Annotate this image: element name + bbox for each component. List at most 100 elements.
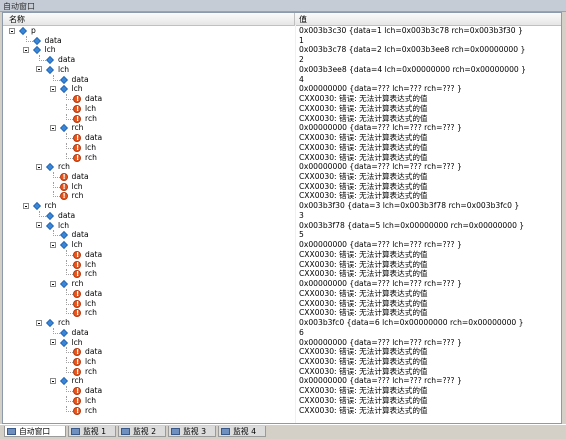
collapse-toggle[interactable] bbox=[22, 46, 29, 53]
collapse-toggle[interactable] bbox=[49, 241, 56, 248]
variable-value[interactable]: CXX0030: 错误: 无法计算表达式的值 bbox=[299, 172, 428, 182]
tree-row[interactable]: lchCXX0030: 错误: 无法计算表达式的值 bbox=[3, 181, 561, 192]
variable-value[interactable]: CXX0030: 错误: 无法计算表达式的值 bbox=[299, 153, 428, 163]
tab-watch-4[interactable]: 监视 4 bbox=[218, 426, 266, 437]
tree-row[interactable]: rch CXX0030: 错误: 无法计算表达式的值 bbox=[3, 366, 561, 377]
tree-row[interactable]: p 0x003b3c30 {data=1 lch=0x003b3c78 rch=0… bbox=[3, 26, 561, 36]
collapse-toggle[interactable] bbox=[49, 85, 56, 92]
tree-row[interactable]: data CXX0030: 错误: 无法计算表达式的值 bbox=[3, 288, 561, 299]
collapse-toggle[interactable] bbox=[36, 222, 42, 229]
tree-row[interactable]: rch 0x00000000 {data=??? lch=??? rch=??? … bbox=[3, 376, 561, 386]
variable-value[interactable]: CXX0030: 错误: 无法计算表达式的值 bbox=[299, 406, 428, 416]
tree-row[interactable]: lchCXX0030: 错误: 无法计算表达式的值 bbox=[3, 142, 561, 153]
tree-row[interactable]: lchCXX0030: 错误: 无法计算表达式的值 bbox=[3, 259, 561, 270]
variable-value[interactable]: CXX0030: 错误: 无法计算表达式的值 bbox=[299, 269, 428, 279]
variable-name: data bbox=[85, 94, 103, 104]
tree-row[interactable]: lchCXX0030: 错误: 无法计算表达式的值 bbox=[3, 103, 561, 114]
variable-value[interactable]: 1 bbox=[299, 36, 304, 46]
tree-row[interactable]: data 1 bbox=[3, 35, 561, 46]
variable-value[interactable]: 0x00000000 {data=??? lch=??? rch=??? } bbox=[299, 123, 462, 133]
tab-watch-2[interactable]: 监视 2 bbox=[118, 426, 166, 437]
variable-value[interactable]: CXX0030: 错误: 无法计算表达式的值 bbox=[299, 250, 428, 260]
tree-row[interactable]: data CXX0030: 错误: 无法计算表达式的值 bbox=[3, 94, 561, 104]
variable-value[interactable]: 0x00000000 {data=??? lch=??? rch=??? } bbox=[299, 279, 462, 289]
variable-value[interactable]: 2 bbox=[299, 55, 304, 65]
tree-row[interactable]: rch 0x00000000 {data=??? lch=??? rch=??? … bbox=[3, 123, 561, 133]
variable-value[interactable]: CXX0030: 错误: 无法计算表达式的值 bbox=[299, 396, 428, 406]
tree-row[interactable]: rch 0x003b3fc0 {data=6 lch=0x00000000 rch… bbox=[3, 318, 561, 328]
variable-value[interactable]: CXX0030: 错误: 无法计算表达式的值 bbox=[299, 94, 428, 104]
variable-value[interactable]: 0x003b3f78 {data=5 lch=0x00000000 rch=0x… bbox=[299, 221, 524, 231]
tree-row[interactable]: lch 0x003b3f78 {data=5 lch=0x00000000 rch… bbox=[3, 221, 561, 231]
collapse-toggle[interactable] bbox=[36, 319, 42, 326]
variable-value[interactable]: CXX0030: 错误: 无法计算表达式的值 bbox=[299, 114, 428, 124]
tree-row[interactable]: lchCXX0030: 错误: 无法计算表达式的值 bbox=[3, 298, 561, 309]
tree-row[interactable]: rch 0x00000000 {data=??? lch=??? rch=??? … bbox=[3, 162, 561, 172]
collapse-toggle[interactable] bbox=[9, 27, 15, 34]
variable-value[interactable]: CXX0030: 错误: 无法计算表达式的值 bbox=[299, 347, 428, 357]
tree-row[interactable]: rch CXX0030: 错误: 无法计算表达式的值 bbox=[3, 269, 561, 279]
tree-row[interactable]: data CXX0030: 错误: 无法计算表达式的值 bbox=[3, 347, 561, 357]
variable-value[interactable]: CXX0030: 错误: 无法计算表达式的值 bbox=[299, 367, 428, 377]
variable-value[interactable]: 0x003b3ee8 {data=4 lch=0x00000000 rch=0x… bbox=[299, 65, 526, 75]
tree-row[interactable]: data 5 bbox=[3, 230, 561, 240]
variable-name: data bbox=[85, 347, 103, 357]
tree-row[interactable]: lchCXX0030: 错误: 无法计算表达式的值 bbox=[3, 395, 561, 406]
collapse-toggle[interactable] bbox=[36, 163, 42, 170]
variable-value[interactable]: CXX0030: 错误: 无法计算表达式的值 bbox=[299, 143, 428, 153]
variable-value[interactable]: 6 bbox=[299, 328, 304, 338]
variable-value[interactable]: 0x00000000 {data=??? lch=??? rch=??? } bbox=[299, 162, 462, 172]
variable-value[interactable]: 0x003b3fc0 {data=6 lch=0x00000000 rch=0x… bbox=[299, 318, 524, 328]
tree-row[interactable]: data CXX0030: 错误: 无法计算表达式的值 bbox=[3, 172, 561, 182]
variable-value[interactable]: 4 bbox=[299, 75, 304, 85]
tree-row[interactable]: lch 0x00000000 {data=??? lch=??? rch=??? … bbox=[3, 338, 561, 348]
variable-value[interactable]: CXX0030: 错误: 无法计算表达式的值 bbox=[299, 191, 428, 201]
tree-row[interactable]: rch CXX0030: 错误: 无法计算表达式的值 bbox=[3, 152, 561, 163]
tree-row[interactable]: rch CXX0030: 错误: 无法计算表达式的值 bbox=[3, 191, 561, 201]
variable-value[interactable]: CXX0030: 错误: 无法计算表达式的值 bbox=[299, 133, 428, 143]
tree-row[interactable]: lch 0x003b3c78 {data=2 lch=0x003b3ee8 rch… bbox=[3, 45, 561, 55]
tree-row[interactable]: lch 0x003b3ee8 {data=4 lch=0x00000000 rch… bbox=[3, 65, 561, 75]
tree-row[interactable]: data CXX0030: 错误: 无法计算表达式的值 bbox=[3, 249, 561, 260]
tree-row[interactable]: rch 0x00000000 {data=??? lch=??? rch=??? … bbox=[3, 279, 561, 289]
tree-row[interactable]: rch CXX0030: 错误: 无法计算表达式的值 bbox=[3, 308, 561, 318]
variable-value[interactable]: 0x003b3c78 {data=2 lch=0x003b3ee8 rch=0x… bbox=[299, 45, 525, 55]
tree-row[interactable]: data CXX0030: 错误: 无法计算表达式的值 bbox=[3, 386, 561, 396]
variable-value[interactable]: CXX0030: 错误: 无法计算表达式的值 bbox=[299, 357, 428, 367]
variable-value[interactable]: 5 bbox=[299, 230, 304, 240]
tree-row[interactable]: lch 0x00000000 {data=??? lch=??? rch=??? … bbox=[3, 240, 561, 250]
variable-icon bbox=[59, 338, 68, 347]
collapse-toggle[interactable] bbox=[49, 280, 56, 287]
collapse-toggle[interactable] bbox=[36, 66, 42, 73]
tree-row[interactable]: lchCXX0030: 错误: 无法计算表达式的值 bbox=[3, 356, 561, 367]
tree-row[interactable]: data CXX0030: 错误: 无法计算表达式的值 bbox=[3, 133, 561, 143]
name-column-header[interactable]: 名称 bbox=[3, 13, 295, 25]
tree-row[interactable]: data 4 bbox=[3, 74, 561, 85]
tab-watch-3[interactable]: 监视 3 bbox=[168, 426, 216, 437]
collapse-toggle[interactable] bbox=[22, 202, 29, 209]
value-column-header[interactable]: 值 bbox=[299, 14, 307, 25]
variable-value[interactable]: 0x00000000 {data=??? lch=??? rch=??? } bbox=[299, 376, 462, 386]
variable-value[interactable]: 0x00000000 {data=??? lch=??? rch=??? } bbox=[299, 338, 462, 348]
tab-autos[interactable]: 自动窗口 bbox=[4, 426, 66, 437]
variable-value[interactable]: CXX0030: 错误: 无法计算表达式的值 bbox=[299, 289, 428, 299]
variable-value[interactable]: 0x00000000 {data=??? lch=??? rch=??? } bbox=[299, 84, 462, 94]
collapse-toggle[interactable] bbox=[49, 339, 56, 345]
tree-row[interactable]: lch 0x00000000 {data=??? lch=??? rch=??? … bbox=[3, 84, 561, 94]
variable-value[interactable]: 0x003b3f30 {data=3 lch=0x003b3f78 rch=0x… bbox=[299, 201, 519, 211]
tree-row[interactable]: data 3 bbox=[3, 210, 561, 221]
collapse-toggle[interactable] bbox=[49, 377, 56, 384]
variable-value[interactable]: CXX0030: 错误: 无法计算表达式的值 bbox=[299, 308, 428, 318]
tab-watch-1[interactable]: 监视 1 bbox=[68, 426, 116, 437]
variable-value[interactable]: CXX0030: 错误: 无法计算表达式的值 bbox=[299, 104, 428, 114]
tree-row[interactable]: rch CXX0030: 错误: 无法计算表达式的值 bbox=[3, 113, 561, 124]
variable-value[interactable]: CXX0030: 错误: 无法计算表达式的值 bbox=[299, 386, 428, 396]
collapse-toggle[interactable] bbox=[49, 124, 56, 131]
tree-row[interactable]: data 2 bbox=[3, 55, 561, 65]
variable-value[interactable]: 0x00000000 {data=??? lch=??? rch=??? } bbox=[299, 240, 462, 250]
tree-row[interactable]: data 6 bbox=[3, 327, 561, 338]
variable-value[interactable]: 3 bbox=[299, 211, 304, 221]
tree-row[interactable]: rch CXX0030: 错误: 无法计算表达式的值 bbox=[3, 405, 561, 416]
variable-value[interactable]: 0x003b3c30 {data=1 lch=0x003b3c78 rch=0x… bbox=[299, 26, 523, 36]
tree-row[interactable]: rch 0x003b3f30 {data=3 lch=0x003b3f78 rch… bbox=[3, 201, 561, 211]
